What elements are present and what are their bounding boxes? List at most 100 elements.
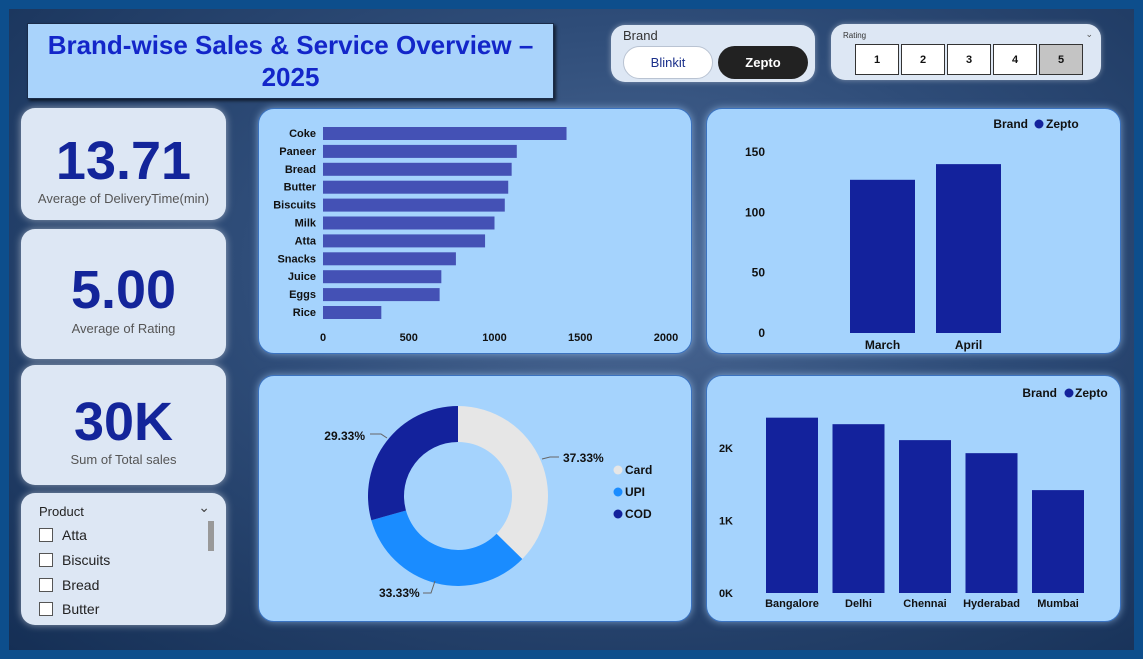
payment-mode-chart-panel: 37.33% 33.33% 29.33% Card UPI COD xyxy=(258,375,692,622)
legend-marker xyxy=(613,487,623,497)
x-tick-label: Mumbai xyxy=(1037,598,1079,610)
city-sales-bar-chart: 0K 1K 2K Bangalore Delhi Chennai Hyderabad Mumb… xyxy=(719,386,1108,610)
product-option-biscuits[interactable]: Biscuits xyxy=(39,552,110,568)
kpi-card-delivery-time: 13.71 Average of DeliveryTime(min) xyxy=(21,108,226,220)
legend-marker xyxy=(613,465,623,475)
page-title: Brand-wise Sales & Service Overview – 20… xyxy=(27,23,554,99)
x-tick-label: 1000 xyxy=(482,332,506,344)
slice-upi xyxy=(371,510,523,586)
bar-hyderabad xyxy=(965,453,1018,593)
legend-entry: Card xyxy=(625,463,652,477)
bar-bangalore xyxy=(766,417,818,593)
kpi-value: 13.71 xyxy=(55,131,192,191)
product-slicer-label: Product xyxy=(39,504,84,519)
x-tick-label: 1500 xyxy=(568,332,592,344)
rating-option-4[interactable]: 4 xyxy=(993,44,1037,75)
leader-line xyxy=(370,433,388,439)
bar-rice xyxy=(323,306,382,319)
x-tick-label: 0 xyxy=(320,332,326,344)
category-label: Eggs xyxy=(289,289,316,301)
category-label: Milk xyxy=(295,218,317,230)
bar-mumbai xyxy=(1032,490,1084,593)
product-option-label: Bread xyxy=(62,577,100,593)
category-label: Juice xyxy=(288,271,316,283)
category-label: Coke xyxy=(289,128,316,140)
checkbox[interactable] xyxy=(39,578,53,592)
x-tick-label: Delhi xyxy=(845,598,872,610)
rating-option-3[interactable]: 3 xyxy=(947,44,991,75)
category-label: Paneer xyxy=(279,146,316,158)
page-title-text: Brand-wise Sales & Service Overview – 20… xyxy=(47,30,534,92)
brand-option-zepto[interactable]: Zepto xyxy=(718,46,808,79)
product-option-label: Butter xyxy=(62,601,100,617)
kpi-label: Sum of Total sales xyxy=(70,452,177,467)
y-tick-label: 0K xyxy=(719,588,733,600)
y-tick-label: 100 xyxy=(745,205,765,219)
bar-coke xyxy=(323,127,567,140)
bar-april xyxy=(936,164,1001,333)
bar-milk xyxy=(323,216,495,230)
rating-option-1[interactable]: 1 xyxy=(855,44,899,75)
bar-paneer xyxy=(323,144,517,158)
chevron-down-icon[interactable]: ⌄ xyxy=(1085,29,1093,40)
value-label: 37.33% xyxy=(563,451,604,465)
kpi-value: 5.00 xyxy=(70,260,177,320)
product-slicer: Product ⌄ Atta Biscuits Bread Butter xyxy=(21,493,226,625)
product-option-label: Biscuits xyxy=(62,552,111,568)
kpi-label: Average of Rating xyxy=(71,321,176,336)
y-tick-label: 0 xyxy=(758,326,765,340)
bar-snacks xyxy=(323,252,456,266)
category-label: Rice xyxy=(293,307,316,319)
y-tick-label: 2K xyxy=(719,443,733,455)
bar-eggs xyxy=(323,288,440,302)
kpi-card-rating: 5.00 Average of Rating xyxy=(21,229,226,359)
city-sales-chart-panel: 0K 1K 2K Bangalore Delhi Chennai Hyderabad Mumb… xyxy=(706,375,1121,622)
category-label: Snacks xyxy=(277,253,316,265)
product-option-bread[interactable]: Bread xyxy=(39,577,99,593)
legend-title: Brand xyxy=(1022,386,1057,400)
legend-entry: UPI xyxy=(625,485,645,499)
chevron-down-icon[interactable]: ⌄ xyxy=(198,499,210,516)
bar-juice xyxy=(323,270,442,284)
checkbox[interactable] xyxy=(39,528,53,542)
bar-chennai xyxy=(899,440,951,593)
payment-mode-donut-chart: 37.33% 33.33% 29.33% Card UPI COD xyxy=(324,406,652,600)
legend-marker xyxy=(613,509,623,519)
category-label: Bread xyxy=(285,164,316,176)
checkbox[interactable] xyxy=(39,553,53,567)
brand-option-blinkit[interactable]: Blinkit xyxy=(623,46,713,79)
product-option-atta[interactable]: Atta xyxy=(39,527,87,543)
legend-entry: COD xyxy=(625,507,652,521)
legend-entry: Zepto xyxy=(1046,117,1079,131)
x-tick-label: April xyxy=(955,338,982,352)
brand-slicer-label: Brand xyxy=(623,28,658,43)
x-tick-label: 500 xyxy=(400,332,418,344)
category-label: Atta xyxy=(295,235,317,247)
rating-slicer: Rating ⌄ 1 2 3 4 5 xyxy=(831,24,1101,80)
value-label: 33.33% xyxy=(379,586,420,600)
checkbox[interactable] xyxy=(39,602,53,616)
scrollbar[interactable] xyxy=(208,521,214,551)
kpi-value: 30K xyxy=(73,392,174,452)
y-tick-label: 1K xyxy=(719,516,733,528)
legend-marker xyxy=(1034,119,1044,129)
leader-line xyxy=(423,580,436,594)
legend-marker xyxy=(1064,388,1074,398)
product-sales-chart-panel: Coke Paneer Bread Butter Biscuits Milk Atta Sna… xyxy=(258,108,692,354)
x-tick-label: March xyxy=(865,338,900,352)
product-option-butter[interactable]: Butter xyxy=(39,601,99,617)
bar-delhi xyxy=(832,424,885,593)
bar-atta xyxy=(323,234,486,248)
x-tick-label: Bangalore xyxy=(765,598,819,610)
rating-option-2[interactable]: 2 xyxy=(901,44,945,75)
rating-option-5[interactable]: 5 xyxy=(1039,44,1083,75)
y-tick-label: 50 xyxy=(752,266,766,280)
kpi-label: Average of DeliveryTime(min) xyxy=(37,191,210,206)
bar-bread xyxy=(323,162,512,176)
value-label: 29.33% xyxy=(324,429,365,443)
bar-biscuits xyxy=(323,198,505,212)
legend-title: Brand xyxy=(993,117,1028,131)
product-sales-bar-chart: Coke Paneer Bread Butter Biscuits Milk Atta Sna… xyxy=(273,127,678,344)
category-label: Biscuits xyxy=(273,200,316,212)
monthly-sales-chart-panel: 0 50 100 150 March April Brand Zepto xyxy=(706,108,1121,354)
